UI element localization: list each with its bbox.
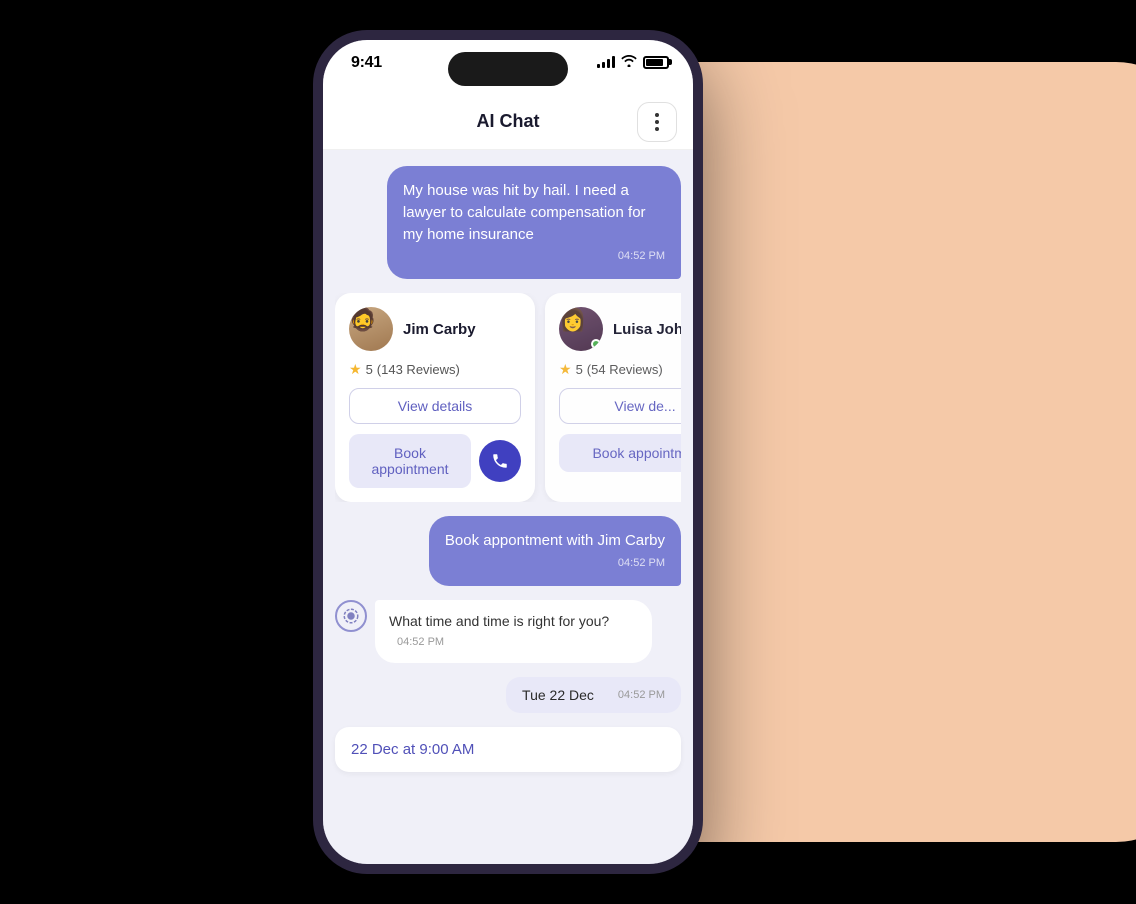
chat-content: My house was hit by hail. I need a lawye… [323,150,693,864]
view-details-button-luisa[interactable]: View de... [559,388,681,424]
lawyer-name-luisa: Luisa Johns [613,321,681,338]
phone-screen: 9:41 [313,30,703,874]
book-appointment-button-jim[interactable]: Book appointment [349,434,471,488]
phone-call-button-jim[interactable] [479,440,521,482]
silent-button [313,140,315,168]
power-button [701,200,703,272]
book-row-jim: Book appointment [349,434,521,488]
user-message-text: My house was hit by hail. I need a lawye… [403,182,646,243]
lawyer-card-header-jim: 🧔 Jim Carby [349,307,521,351]
star-icon-jim: ★ [349,361,362,378]
lawyer-rating-luisa: ★ 5 (54 Reviews) [559,361,681,378]
battery-icon [643,56,669,69]
ai-message-time: 04:52 PM [397,636,444,648]
lawyer-card-jim: 🧔 Jim Carby ★ 5 (143 Reviews) View detai… [335,293,535,502]
reviews-luisa: (54 Reviews) [587,362,663,377]
avatar-luisa: 👩 [559,307,603,351]
user-message-time: 04:52 PM [403,249,665,265]
ai-spinner-icon [342,607,360,625]
ai-avatar-icon [335,600,367,632]
reviews-jim: (143 Reviews) [377,362,460,377]
three-dots-icon [655,113,659,131]
dynamic-island [448,52,568,86]
volume-down-button [313,230,315,266]
user-message-bubble: My house was hit by hail. I need a lawye… [387,166,681,279]
lawyer-rating-jim: ★ 5 (143 Reviews) [349,361,521,378]
online-indicator-luisa [591,339,601,349]
lawyer-card-luisa: 👩 Luisa Johns ★ 5 (54 Reviews) View de..… [545,293,681,502]
status-time: 9:41 [351,54,382,72]
lawyer-name-jim: Jim Carby [403,321,476,338]
signal-icon [597,56,615,68]
app-header: AI Chat [323,94,693,150]
ai-message-bubble: What time and time is right for you? 04:… [375,600,652,663]
time-slot-card[interactable]: 22 Dec at 9:00 AM [335,727,681,772]
phone-device: 9:41 [313,30,703,874]
book-row-luisa: Book appointm... [559,434,681,472]
view-details-button-jim[interactable]: View details [349,388,521,424]
date-text: Tue 22 Dec [522,687,594,703]
lawyer-card-header-luisa: 👩 Luisa Johns [559,307,681,351]
book-confirm-message: Book appontment with Jim Carby 04:52 PM [429,516,681,586]
avatar-jim: 🧔 [349,307,393,351]
volume-up-button [313,180,315,216]
book-confirm-time: 04:52 PM [445,556,665,572]
app-title: AI Chat [477,111,540,132]
menu-button[interactable] [637,102,677,142]
date-bubble: Tue 22 Dec 04:52 PM [506,677,681,713]
date-bubble-time: 04:52 PM [618,689,665,701]
time-slot-text: 22 Dec at 9:00 AM [351,741,665,758]
phone-icon [491,452,509,470]
wifi-icon [621,54,637,70]
status-icons [597,54,669,70]
lawyer-cards-row: 🧔 Jim Carby ★ 5 (143 Reviews) View detai… [335,293,681,502]
ai-message-row: What time and time is right for you? 04:… [335,600,681,663]
ai-message-text: What time and time is right for you? [389,613,609,629]
book-appointment-button-luisa[interactable]: Book appointm... [559,434,681,472]
rating-value-jim: 5 [366,362,373,377]
book-confirm-text: Book appontment with Jim Carby [445,532,665,549]
star-icon-luisa: ★ [559,361,572,378]
rating-value-luisa: 5 [576,362,583,377]
